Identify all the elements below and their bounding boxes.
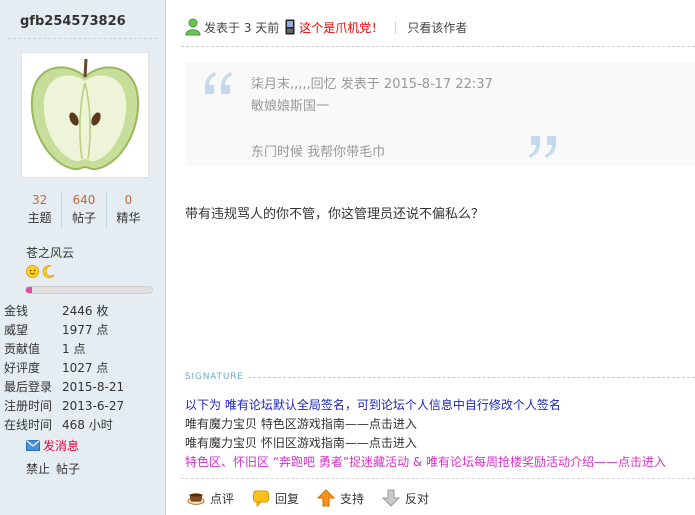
medals xyxy=(25,264,56,279)
send-message-label: 发消息 xyxy=(43,439,80,453)
info-value: 1 点 xyxy=(62,342,86,356)
info-key: 贡献值 xyxy=(4,342,41,356)
sidebar-divider xyxy=(8,38,157,39)
stat-threads-value: 32 xyxy=(32,193,48,207)
support-button[interactable]: 支持 xyxy=(317,489,364,507)
user-group[interactable]: 苍之风云 xyxy=(26,244,74,261)
user-admin-actions: 禁止 帖子 xyxy=(26,460,80,477)
user-info-list: 金钱 2446 枚 威望 1977 点 贡献值 1 点 好评度 1027 点 最… xyxy=(4,302,164,435)
posted-time: 3 天前 xyxy=(243,20,280,35)
actions-divider xyxy=(181,478,695,479)
mobile-phone-icon xyxy=(285,19,295,35)
info-key: 金钱 xyxy=(4,304,29,318)
signature-link[interactable]: 以下为 唯有论坛默认全局签名，可到论坛个人信息中自行修改个人签名 xyxy=(185,396,561,413)
info-row-money: 金钱 2446 枚 xyxy=(4,302,164,321)
quote-line: 敏娘娘斯国一 xyxy=(251,99,330,114)
user-stats: 32 主题 640 帖子 0 精华 xyxy=(18,192,150,228)
meta-separator: | xyxy=(393,20,398,34)
post-content: 发表于 3 天前 这个是爪机党！ | 只看该作者 柒月末,,,,,回忆 发表于 … xyxy=(167,0,695,515)
info-key: 威望 xyxy=(4,323,29,337)
signature-divider xyxy=(247,376,695,378)
meta-divider xyxy=(181,46,695,47)
moon-icon xyxy=(42,265,55,279)
mobile-client-link[interactable]: 这个是爪机党！ xyxy=(299,19,383,36)
apple-avatar-image xyxy=(30,58,140,171)
stat-digest-value: 0 xyxy=(124,193,133,207)
thumb-down-arrow-icon xyxy=(382,489,401,507)
stat-threads[interactable]: 32 主题 xyxy=(18,192,63,228)
info-value: 2446 枚 xyxy=(62,304,109,318)
quote-header: 柒月末,,,,,回忆 发表于 2015-8-17 22:37 xyxy=(251,77,493,92)
info-value: 2013-6-27 xyxy=(62,399,125,413)
info-key: 注册时间 xyxy=(4,399,53,413)
stat-posts[interactable]: 640 帖子 xyxy=(62,192,107,228)
info-row-rating: 好评度 1027 点 xyxy=(4,359,164,378)
support-label: 支持 xyxy=(340,491,365,506)
online-user-icon xyxy=(185,18,201,36)
info-row-register-date: 注册时间 2013-6-27 xyxy=(4,397,164,416)
posted-prefix: 发表于 xyxy=(204,20,241,35)
info-value: 2015-8-21 xyxy=(62,380,125,394)
user-sidebar: gfb254573826 32 主题 640 帖子 0 精华 苍之风云 金钱 2… xyxy=(0,0,166,515)
info-row-last-login: 最后登录 2015-8-21 xyxy=(4,378,164,397)
user-posts-link[interactable]: 帖子 xyxy=(56,460,80,477)
level-progress-bar xyxy=(25,286,153,294)
thumb-up-arrow-icon xyxy=(317,489,336,507)
signature-heading: SIGNATURE xyxy=(185,372,695,382)
envelope-icon xyxy=(26,440,40,451)
info-value: 1027 点 xyxy=(62,361,109,375)
coffee-cup-icon xyxy=(187,493,205,505)
info-key: 在线时间 xyxy=(4,418,53,432)
oppose-label: 反对 xyxy=(405,491,430,506)
post-message: 带有违规骂人的你不管，你这管理员还说不偏私么？ xyxy=(185,207,485,222)
only-author-link[interactable]: 只看该作者 xyxy=(407,19,467,36)
comment-button[interactable]: 点评 xyxy=(187,489,234,507)
stat-posts-value: 640 xyxy=(72,193,96,207)
sun-icon xyxy=(26,265,39,278)
post-meta: 发表于 3 天前 这个是爪机党！ | 只看该作者 xyxy=(185,18,467,36)
quote-block: 柒月末,,,,,回忆 发表于 2015-8-17 22:37 敏娘娘斯国一 东门… xyxy=(185,62,695,166)
quote-open-icon xyxy=(205,72,232,94)
signature-link[interactable]: 特色区、怀旧区 “奔跑吧 勇者”捉迷藏活动 & 唯有论坛每周抢楼奖励活动介绍——… xyxy=(185,453,666,470)
level-progress-fill xyxy=(26,287,33,293)
signature-label: SIGNATURE xyxy=(185,372,244,382)
reply-label: 回复 xyxy=(275,491,300,506)
stat-posts-label: 帖子 xyxy=(71,211,96,225)
info-key: 好评度 xyxy=(4,361,41,375)
quote-close-icon xyxy=(529,136,556,158)
send-message-link[interactable]: 发消息 xyxy=(26,437,79,454)
info-key: 最后登录 xyxy=(4,380,53,394)
oppose-button[interactable]: 反对 xyxy=(382,489,429,507)
stat-digest[interactable]: 0 精华 xyxy=(107,192,150,228)
ban-user-link[interactable]: 禁止 xyxy=(26,460,50,477)
quote-line: 东门时候 我帮你带毛巾 xyxy=(251,145,386,160)
speech-bubble-icon xyxy=(253,490,270,507)
info-row-online-time: 在线时间 468 小时 xyxy=(4,416,164,435)
post-actions: 点评 回复 支持 反对 xyxy=(187,489,447,507)
info-row-contribution: 贡献值 1 点 xyxy=(4,340,164,359)
stat-digest-label: 精华 xyxy=(116,211,141,225)
stat-threads-label: 主题 xyxy=(27,211,52,225)
info-value: 468 小时 xyxy=(62,418,113,432)
comment-label: 点评 xyxy=(210,491,235,506)
reply-button[interactable]: 回复 xyxy=(252,489,299,507)
signature-link[interactable]: 唯有魔力宝贝 怀旧区游戏指南——点击进入 xyxy=(185,434,417,451)
signature-link[interactable]: 唯有魔力宝贝 特色区游戏指南——点击进入 xyxy=(185,415,417,432)
info-row-prestige: 威望 1977 点 xyxy=(4,321,164,340)
avatar[interactable] xyxy=(21,52,149,178)
info-value: 1977 点 xyxy=(62,323,109,337)
username-link[interactable]: gfb254573826 xyxy=(20,14,126,29)
